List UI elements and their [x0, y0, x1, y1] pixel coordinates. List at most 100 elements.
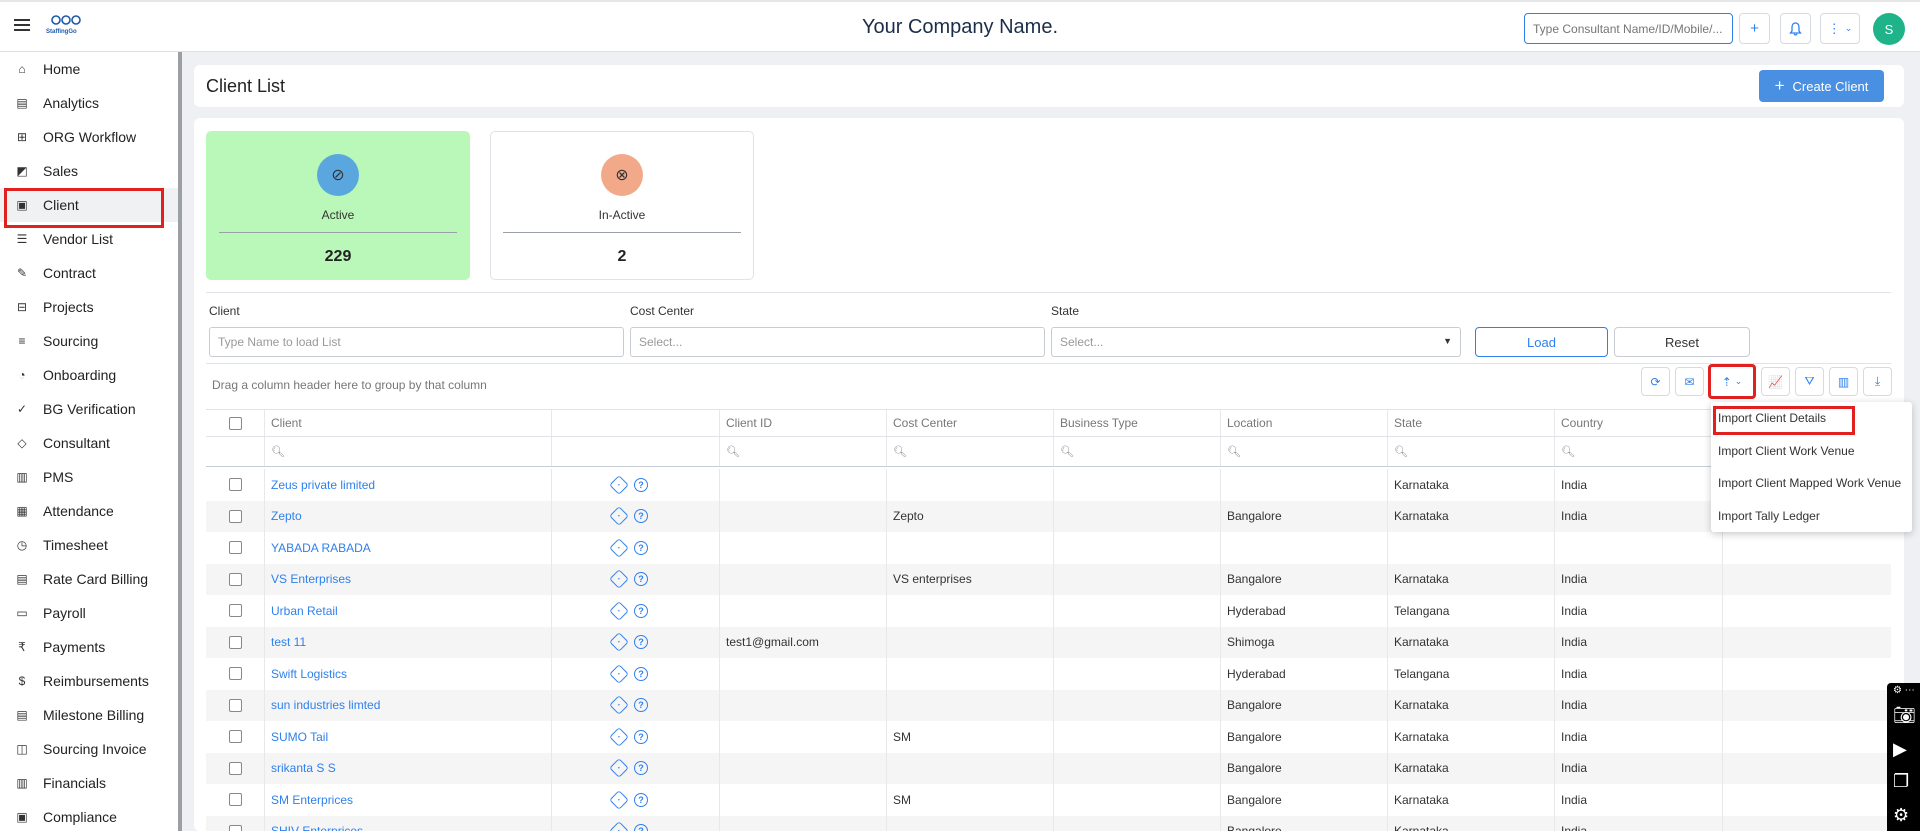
sidebar-scrollbar[interactable] [178, 52, 182, 831]
cost-center-select[interactable]: Select... [630, 327, 1045, 357]
client-link[interactable]: test 11 [271, 635, 306, 649]
help-icon[interactable]: ? [634, 540, 648, 555]
client-link[interactable]: srikanta S S [271, 761, 336, 775]
client-link[interactable]: SHIV Enterprices [271, 824, 363, 831]
video-icon[interactable]: ▶ [1893, 739, 1907, 760]
tag-icon[interactable]: · [609, 600, 629, 621]
tag-icon[interactable]: · [609, 506, 629, 527]
client-link[interactable]: Zepto [271, 509, 302, 523]
sidebar-item-org-workflow[interactable]: ⊞ ORG Workflow [0, 120, 178, 154]
inactive-stat-card[interactable]: ⊗ In-Active 2 [490, 131, 754, 280]
state-column-filter[interactable]: 🔍︎ [1387, 437, 1554, 466]
row-checkbox[interactable] [228, 698, 242, 712]
sidebar-item-client[interactable]: ▣ Client [0, 188, 178, 228]
help-icon[interactable]: ? [634, 603, 648, 618]
sidebar-item-payroll[interactable]: ▭ Payroll [0, 596, 178, 630]
menu-item-import-client-mapped-work-venue[interactable]: Import Client Mapped Work Venue [1718, 476, 1901, 490]
windows-icon[interactable]: ❐ [1893, 771, 1909, 792]
email-button[interactable]: ✉ [1675, 367, 1704, 396]
table-row[interactable]: VS Enterprises ·? VS enterprises Bangalore K… [206, 563, 1891, 595]
sidebar-item-sourcing[interactable]: ≡ Sourcing [0, 324, 178, 358]
column-header-client-id[interactable]: Client ID [719, 410, 886, 436]
help-icon[interactable]: ? [634, 729, 648, 744]
table-row[interactable]: Zeus private limited ·? Karnataka India [206, 469, 1891, 501]
client-link[interactable]: YABADA RABADA [271, 541, 371, 555]
help-icon[interactable]: ? [634, 792, 648, 807]
sidebar-item-consultant[interactable]: ◇ Consultant [0, 426, 178, 460]
menu-item-import-tally-ledger[interactable]: Import Tally Ledger [1718, 509, 1820, 523]
active-stat-card[interactable]: ⊘ Active 229 [206, 131, 470, 280]
table-row[interactable]: test 11 ·? test1@gmail.com Shimoga Karnataka… [206, 626, 1891, 658]
business-type-column-filter[interactable]: 🔍︎ [1053, 437, 1220, 466]
row-checkbox[interactable] [228, 793, 242, 807]
tag-icon[interactable]: · [609, 569, 629, 590]
client-link[interactable]: VS Enterprises [271, 572, 351, 586]
column-header-location[interactable]: Location [1220, 410, 1387, 436]
row-checkbox[interactable] [228, 478, 242, 492]
row-checkbox[interactable] [228, 604, 242, 618]
more-dots-icon[interactable]: ⚙ ⋯ [1893, 685, 1915, 696]
client-link[interactable]: Swift Logistics [271, 667, 347, 681]
sidebar-item-projects[interactable]: ⊟ Projects [0, 290, 178, 324]
client-link[interactable]: Urban Retail [271, 604, 338, 618]
filter-button[interactable]: ⛛ [1795, 367, 1824, 396]
consultant-search-input[interactable] [1524, 13, 1733, 44]
sidebar-item-rate-card-billing[interactable]: ▤ Rate Card Billing [0, 562, 178, 596]
client-link[interactable]: sun industries limted [271, 698, 380, 712]
client-filter-input[interactable]: Type Name to load List [209, 327, 624, 357]
sidebar-item-timesheet[interactable]: ◷ Timesheet [0, 528, 178, 562]
table-row[interactable]: Swift Logistics ·? Hyderabad Telangana India [206, 658, 1891, 690]
cost-center-column-filter[interactable]: 🔍︎ [886, 437, 1053, 466]
row-checkbox[interactable] [228, 761, 242, 775]
table-row[interactable]: SM Enterprices ·? SM Bangalore Karnataka Indi… [206, 784, 1891, 816]
sidebar-item-vendor-list[interactable]: ☰ Vendor List [0, 222, 178, 256]
user-avatar[interactable]: S [1873, 13, 1905, 45]
client-link[interactable]: Zeus private limited [271, 478, 375, 492]
chart-button[interactable]: 📈 [1761, 367, 1790, 396]
client-id-column-filter[interactable]: 🔍︎ [719, 437, 886, 466]
location-column-filter[interactable]: 🔍︎ [1220, 437, 1387, 466]
notifications-button[interactable] [1780, 13, 1811, 44]
help-icon[interactable]: ? [634, 698, 648, 713]
row-checkbox[interactable] [228, 635, 242, 649]
tag-icon[interactable]: · [609, 821, 629, 831]
sidebar-item-sales[interactable]: ◩ Sales [0, 154, 178, 188]
client-column-filter[interactable]: 🔍︎ [264, 437, 551, 466]
sidebar-item-pms[interactable]: ▥ PMS [0, 460, 178, 494]
import-button[interactable]: ⇡ ⌄ [1708, 364, 1756, 399]
sidebar-item-contract[interactable]: ✎ Contract [0, 256, 178, 290]
tag-icon[interactable]: · [609, 726, 629, 747]
sidebar-item-financials[interactable]: ▥ Financials [0, 766, 178, 800]
row-checkbox[interactable] [228, 572, 242, 586]
row-checkbox[interactable] [228, 667, 242, 681]
tag-icon[interactable]: · [609, 474, 629, 495]
create-client-button[interactable]: + Create Client [1759, 70, 1884, 102]
help-icon[interactable]: ? [634, 509, 648, 524]
state-select[interactable]: Select... ▼ [1051, 327, 1461, 357]
load-button[interactable]: Load [1475, 327, 1608, 357]
table-row[interactable]: SUMO Tail ·? SM Bangalore Karnataka India [206, 721, 1891, 753]
select-all-checkbox[interactable] [228, 416, 242, 430]
column-header-cost-center[interactable]: Cost Center [886, 410, 1053, 436]
table-row[interactable]: Zepto ·? Zepto Bangalore Karnataka India [206, 500, 1891, 532]
sidebar-item-payments[interactable]: ₹ Payments [0, 630, 178, 664]
column-header-client[interactable]: Client [264, 410, 551, 436]
tag-icon[interactable]: · [609, 789, 629, 810]
menu-item-import-client-details[interactable]: Import Client Details [1718, 411, 1826, 425]
row-checkbox[interactable] [228, 824, 242, 831]
sidebar-item-reimbursements[interactable]: $ Reimbursements [0, 664, 178, 698]
help-icon[interactable]: ? [634, 477, 648, 492]
country-column-filter[interactable]: 🔍︎ [1554, 437, 1722, 466]
table-row[interactable]: sun industries limted ·? Bangalore Karnatak… [206, 689, 1891, 721]
sidebar-item-home[interactable]: ⌂ Home [0, 52, 178, 86]
add-button[interactable]: + [1739, 13, 1770, 44]
sidebar-item-milestone-billing[interactable]: ▤ Milestone Billing [0, 698, 178, 732]
help-icon[interactable]: ? [634, 824, 648, 831]
sidebar-item-attendance[interactable]: ▦ Attendance [0, 494, 178, 528]
sidebar-item-onboarding[interactable]: ◔ Onboarding [0, 358, 178, 392]
help-icon[interactable]: ? [634, 635, 648, 650]
table-row[interactable]: srikanta S S ·? Bangalore Karnataka India [206, 752, 1891, 784]
camera-icon[interactable]: 📷︎ [1893, 705, 1916, 726]
columns-button[interactable]: ▥ [1829, 367, 1858, 396]
row-checkbox[interactable] [228, 541, 242, 555]
